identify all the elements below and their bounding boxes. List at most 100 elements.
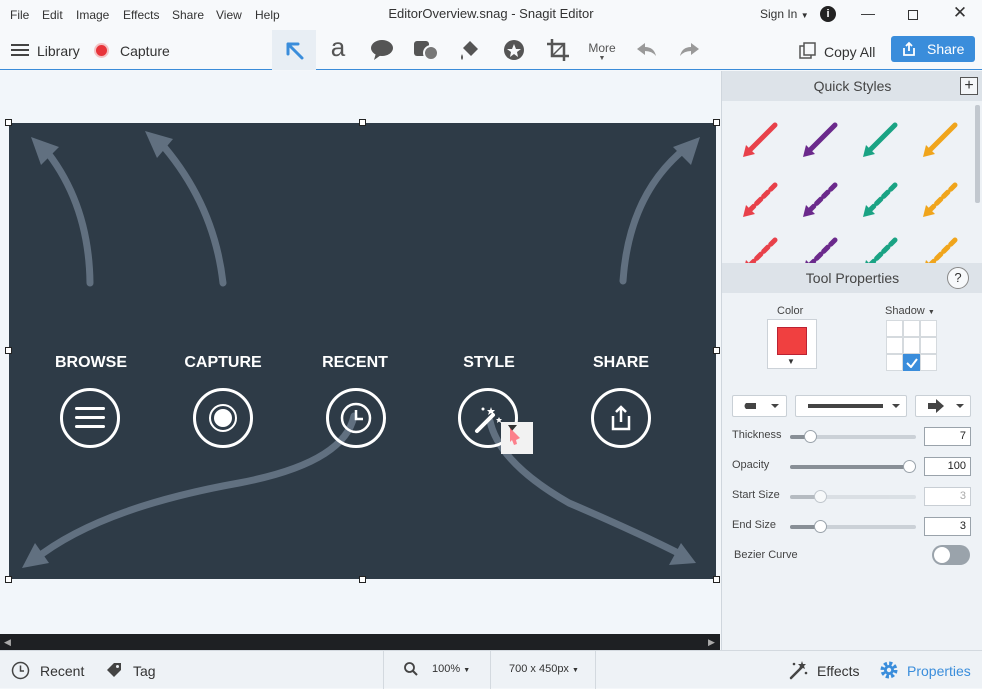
start-size-input[interactable]: 3 bbox=[924, 487, 971, 506]
resize-handle-top[interactable] bbox=[359, 119, 366, 126]
thickness-slider-knob[interactable] bbox=[804, 430, 817, 443]
recent-button[interactable]: Recent bbox=[40, 663, 84, 679]
resize-handle-top-right[interactable] bbox=[713, 119, 720, 126]
capture-record-icon[interactable] bbox=[94, 43, 109, 58]
magic-wand-icon[interactable] bbox=[789, 660, 809, 683]
resize-handle-top-left[interactable] bbox=[5, 119, 12, 126]
quick-style-arrow[interactable] bbox=[923, 237, 958, 263]
arrow-tool-button[interactable] bbox=[272, 30, 316, 70]
sign-in-menu[interactable]: Sign In ▼ bbox=[760, 7, 809, 21]
resize-handle-left[interactable] bbox=[5, 347, 12, 354]
quick-style-arrow[interactable] bbox=[923, 122, 958, 157]
capture-button[interactable]: Capture bbox=[120, 43, 170, 59]
thickness-label: Thickness bbox=[732, 429, 782, 441]
canvas-image[interactable]: BROWSE CAPTURE RECENT STYLE SHARE bbox=[9, 123, 716, 579]
opacity-slider-knob[interactable] bbox=[903, 460, 916, 473]
arrow-end-style-dropdown[interactable] bbox=[915, 395, 971, 417]
library-button[interactable]: Library bbox=[37, 43, 80, 59]
shape-tool-button[interactable] bbox=[404, 30, 448, 70]
resize-handle-bottom-right[interactable] bbox=[713, 576, 720, 583]
bezier-curve-toggle[interactable] bbox=[932, 545, 970, 565]
color-picker[interactable]: ▼ bbox=[767, 319, 817, 369]
text-tool-button[interactable]: a bbox=[316, 30, 360, 70]
line-style-dropdown[interactable] bbox=[795, 395, 907, 417]
menu-edit[interactable]: Edit bbox=[42, 8, 63, 22]
styles-scrollbar[interactable] bbox=[975, 105, 980, 203]
quick-style-arrow[interactable] bbox=[803, 182, 838, 217]
arrow-start-style-dropdown[interactable] bbox=[732, 395, 787, 417]
callout-tool-button[interactable] bbox=[360, 30, 404, 70]
menu-help[interactable]: Help bbox=[255, 8, 280, 22]
quick-style-arrow[interactable] bbox=[743, 182, 778, 217]
end-size-input[interactable]: 3 bbox=[924, 517, 971, 536]
opacity-slider[interactable] bbox=[790, 460, 916, 473]
quick-style-arrow[interactable] bbox=[863, 237, 898, 263]
quick-style-arrow[interactable] bbox=[743, 237, 778, 263]
resize-handle-bottom-left[interactable] bbox=[5, 576, 12, 583]
capture-label: CAPTURE bbox=[184, 354, 262, 371]
quick-style-arrow[interactable] bbox=[803, 122, 838, 157]
quick-styles-grid bbox=[722, 101, 976, 263]
info-icon[interactable]: i bbox=[820, 6, 836, 22]
opacity-label: Opacity bbox=[732, 459, 770, 471]
menu-image[interactable]: Image bbox=[76, 8, 109, 22]
copy-all-button[interactable]: Copy All bbox=[824, 44, 875, 60]
zoom-dropdown[interactable]: 100% ▼ bbox=[432, 663, 470, 675]
copy-icon[interactable] bbox=[799, 42, 817, 63]
clock-icon[interactable] bbox=[11, 661, 30, 683]
stamp-tool-button[interactable] bbox=[492, 30, 536, 70]
sign-in-label: Sign In bbox=[760, 7, 798, 21]
scroll-left-icon[interactable]: ◀ bbox=[4, 637, 11, 648]
redo-icon[interactable] bbox=[678, 40, 702, 63]
checkmark-icon[interactable] bbox=[903, 354, 920, 371]
menu-effects[interactable]: Effects bbox=[123, 8, 159, 22]
quick-style-arrow[interactable] bbox=[743, 122, 778, 157]
hamburger-icon[interactable] bbox=[11, 43, 29, 60]
tag-button[interactable]: Tag bbox=[133, 663, 156, 679]
shadow-dropdown[interactable]: Shadow ▼ bbox=[885, 305, 935, 317]
minimize-button[interactable]: — bbox=[858, 5, 878, 25]
zoom-value: 100% bbox=[432, 663, 461, 675]
help-icon[interactable]: ? bbox=[947, 267, 969, 289]
stamp-icon bbox=[504, 40, 524, 60]
menu-view[interactable]: View bbox=[216, 8, 242, 22]
cursor-tooltip bbox=[501, 422, 533, 454]
quick-style-arrow[interactable] bbox=[863, 122, 898, 157]
thickness-input[interactable]: 7 bbox=[924, 427, 971, 446]
properties-button[interactable]: Properties bbox=[907, 663, 971, 679]
gear-icon[interactable] bbox=[879, 660, 899, 683]
maximize-button[interactable] bbox=[903, 5, 923, 25]
image-size-dropdown[interactable]: 700 x 450px ▼ bbox=[509, 663, 579, 675]
shadow-position-grid[interactable] bbox=[886, 320, 937, 371]
end-size-slider[interactable] bbox=[790, 520, 916, 533]
thickness-slider[interactable] bbox=[790, 430, 916, 443]
tag-icon[interactable] bbox=[106, 662, 122, 681]
more-tools-button[interactable]: More ▼ bbox=[580, 30, 624, 70]
effects-button[interactable]: Effects bbox=[817, 663, 860, 679]
quick-style-arrow[interactable] bbox=[803, 237, 838, 263]
undo-icon[interactable] bbox=[634, 40, 658, 63]
quick-style-arrow[interactable] bbox=[863, 182, 898, 217]
quick-style-arrow[interactable] bbox=[923, 182, 958, 217]
start-size-slider[interactable] bbox=[790, 490, 916, 503]
menu-share[interactable]: Share bbox=[172, 8, 204, 22]
zoom-search-icon[interactable] bbox=[404, 662, 418, 679]
chevron-down-icon: ▼ bbox=[787, 357, 795, 366]
shape-icon bbox=[414, 41, 439, 61]
share-button[interactable]: Share bbox=[891, 36, 975, 62]
fill-tool-button[interactable] bbox=[448, 30, 492, 70]
canvas-area[interactable]: BROWSE CAPTURE RECENT STYLE SHARE bbox=[0, 71, 720, 634]
scroll-right-icon[interactable]: ▶ bbox=[708, 637, 715, 648]
crop-tool-button[interactable] bbox=[536, 30, 580, 70]
opacity-input[interactable]: 100 bbox=[924, 457, 971, 476]
resize-handle-right[interactable] bbox=[713, 347, 720, 354]
start-size-slider-knob[interactable] bbox=[814, 490, 827, 503]
browse-label: BROWSE bbox=[55, 354, 127, 371]
end-size-slider-knob[interactable] bbox=[814, 520, 827, 533]
arrow-icon bbox=[286, 42, 304, 60]
close-button[interactable]: ✕ bbox=[950, 3, 970, 23]
horizontal-scrollbar[interactable]: ◀ ▶ bbox=[0, 634, 720, 650]
add-style-icon[interactable]: + bbox=[960, 77, 978, 95]
menu-file[interactable]: File bbox=[10, 8, 29, 22]
resize-handle-bottom[interactable] bbox=[359, 576, 366, 583]
